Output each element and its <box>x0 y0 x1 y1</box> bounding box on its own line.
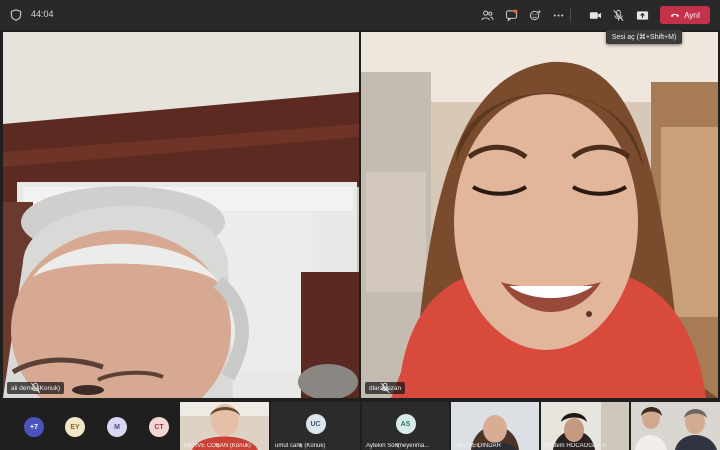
toolbar-divider <box>570 8 571 22</box>
participant-tile-umut-canli[interactable]: UC umut canlı (Konuk) <box>271 402 360 450</box>
reactions-button[interactable] <box>526 6 544 24</box>
more-participants-badge[interactable]: +7 <box>24 417 44 437</box>
unmute-tooltip: Sesi aç (⌘+Shift+M) <box>606 30 682 44</box>
leave-label: Ayrıl <box>684 10 700 20</box>
mic-off-icon <box>31 382 41 394</box>
participant-tile-merve-dindar[interactable]: MERVE DINDAR <box>451 402 539 450</box>
participant-tile-merve-coban[interactable]: MERVE COBAN (Konuk) <box>180 402 269 450</box>
video-tile-dlarabozan[interactable]: dlarabozan <box>361 32 718 398</box>
phone-hangup-icon <box>670 13 680 18</box>
chat-button[interactable] <box>502 6 520 24</box>
participant-avatar-m[interactable]: M <box>107 417 127 437</box>
leave-button[interactable]: Ayrıl <box>660 6 710 24</box>
reactions-icon <box>529 9 541 20</box>
participant-avatar-ct[interactable]: CT <box>149 417 169 437</box>
participant-name: Meltem HOCAOĞLU A... <box>545 443 612 449</box>
mic-off-icon <box>380 382 390 394</box>
share-icon <box>636 10 648 20</box>
participants-strip: +7 EY M CT MERVE COBAN (Konuk) UC umut c… <box>0 402 720 450</box>
participant-avatar-ey[interactable]: EY <box>65 417 85 437</box>
mic-off-icon <box>297 443 303 449</box>
participant-video-thumbnail <box>631 402 720 450</box>
participant-tile-aytekin[interactable]: AS Aytekin Sönmeyenma... <box>362 402 449 450</box>
meeting-timer: 44:04 <box>31 9 54 19</box>
more-options-button[interactable] <box>549 6 567 24</box>
mic-off-icon <box>395 443 400 449</box>
camera-icon <box>589 11 601 19</box>
participants-button[interactable] <box>478 6 496 24</box>
participant-video-feed <box>3 32 359 398</box>
participant-tile-label: Meltem HOCAOĞLU A... <box>545 443 611 449</box>
participant-tile-video[interactable] <box>631 402 720 450</box>
chat-icon <box>505 8 518 22</box>
participant-name-tag: dlarabozan <box>365 382 406 394</box>
participants-icon <box>480 10 494 20</box>
participant-tile-label: Aytekin Sönmeyenma... <box>366 443 429 449</box>
camera-button[interactable] <box>586 6 604 24</box>
mic-off-icon <box>612 9 624 21</box>
mic-off-icon <box>215 443 220 449</box>
share-screen-button[interactable] <box>633 6 651 24</box>
participant-tile-label: MERVE DINDAR <box>455 443 501 449</box>
participant-avatar-uc: UC <box>305 414 326 434</box>
participant-tile-label: MERVE COBAN (Konuk) <box>184 443 251 449</box>
participant-video-feed <box>361 32 718 398</box>
participant-avatar-as: AS <box>395 414 416 434</box>
video-tile-ali-demir[interactable]: ali demir (Konuk) <box>3 32 359 398</box>
participant-tile-meltem-hocaoglu[interactable]: Meltem HOCAOĞLU A... <box>541 402 629 450</box>
shield-icon <box>10 9 22 21</box>
mic-off-icon <box>475 443 481 449</box>
more-icon <box>553 13 563 17</box>
participant-tile-label: umut canlı (Konuk) <box>275 443 325 449</box>
meeting-toolbar: 44:04 Ayrıl <box>0 0 720 30</box>
participant-name-tag: ali demir (Konuk) <box>7 382 65 394</box>
mic-toggle-button[interactable] <box>609 6 627 24</box>
